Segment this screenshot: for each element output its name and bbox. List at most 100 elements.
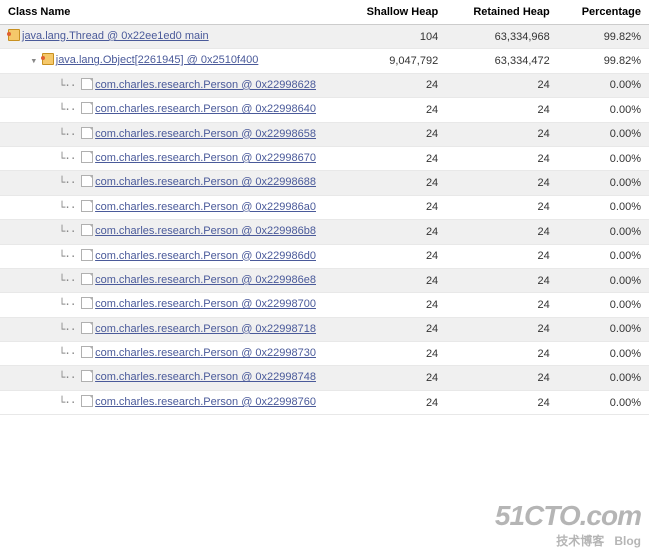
cell-shallow: 24 bbox=[345, 366, 446, 390]
table-row[interactable]: └·· com.charles.research.Person @ 0x2299… bbox=[0, 390, 649, 414]
cell-pct: 0.00% bbox=[558, 366, 649, 390]
class-icon bbox=[81, 273, 93, 285]
class-link[interactable]: com.charles.research.Person @ 0x22998748 bbox=[95, 370, 316, 385]
class-link[interactable]: com.charles.research.Person @ 0x22998718 bbox=[95, 322, 316, 337]
tree-line: └·· bbox=[8, 102, 81, 117]
class-link[interactable]: java.lang.Thread @ 0x22ee1ed0 main bbox=[22, 29, 209, 44]
cell-pct: 0.00% bbox=[558, 268, 649, 292]
col-header-classname[interactable]: Class Name bbox=[0, 0, 345, 25]
cell-retained: 24 bbox=[446, 268, 558, 292]
object-icon bbox=[42, 53, 54, 65]
class-link[interactable]: com.charles.research.Person @ 0x22998730 bbox=[95, 346, 316, 361]
tree-line: └·· bbox=[8, 200, 81, 215]
cell-pct: 0.00% bbox=[558, 195, 649, 219]
class-link[interactable]: com.charles.research.Person @ 0x22998700 bbox=[95, 297, 316, 312]
col-header-shallow[interactable]: Shallow Heap bbox=[345, 0, 446, 25]
class-icon bbox=[81, 127, 93, 139]
class-link[interactable]: com.charles.research.Person @ 0x22998628 bbox=[95, 78, 316, 93]
cell-pct: 0.00% bbox=[558, 73, 649, 97]
cell-pct: 0.00% bbox=[558, 244, 649, 268]
table-row[interactable]: └·· com.charles.research.Person @ 0x2299… bbox=[0, 171, 649, 195]
cell-retained: 24 bbox=[446, 244, 558, 268]
table-header-row: Class Name Shallow Heap Retained Heap Pe… bbox=[0, 0, 649, 25]
cell-shallow: 24 bbox=[345, 390, 446, 414]
table-row[interactable]: └·· com.charles.research.Person @ 0x2299… bbox=[0, 317, 649, 341]
cell-pct: 0.00% bbox=[558, 122, 649, 146]
cell-pct: 0.00% bbox=[558, 146, 649, 170]
class-icon bbox=[81, 151, 93, 163]
object-icon bbox=[8, 29, 20, 41]
class-link[interactable]: com.charles.research.Person @ 0x22998760 bbox=[95, 395, 316, 410]
cell-retained: 24 bbox=[446, 171, 558, 195]
cell-shallow: 24 bbox=[345, 268, 446, 292]
table-row[interactable]: └·· com.charles.research.Person @ 0x2299… bbox=[0, 268, 649, 292]
cell-pct: 0.00% bbox=[558, 317, 649, 341]
table-row[interactable]: ▾ java.lang.Object[2261945] @ 0x2510f400… bbox=[0, 49, 649, 73]
cell-shallow: 24 bbox=[345, 220, 446, 244]
col-header-percentage[interactable]: Percentage bbox=[558, 0, 649, 25]
class-icon bbox=[81, 175, 93, 187]
cell-retained: 24 bbox=[446, 98, 558, 122]
table-row[interactable]: └·· com.charles.research.Person @ 0x2299… bbox=[0, 366, 649, 390]
tree-line: └·· bbox=[8, 322, 81, 337]
class-icon bbox=[81, 297, 93, 309]
cell-shallow: 9,047,792 bbox=[345, 49, 446, 73]
table-row[interactable]: └·· com.charles.research.Person @ 0x2299… bbox=[0, 244, 649, 268]
class-link[interactable]: com.charles.research.Person @ 0x229986a0 bbox=[95, 200, 316, 215]
cell-retained: 24 bbox=[446, 122, 558, 146]
cell-shallow: 24 bbox=[345, 98, 446, 122]
cell-retained: 24 bbox=[446, 366, 558, 390]
tree-line: └·· bbox=[8, 78, 81, 93]
class-icon bbox=[81, 346, 93, 358]
table-row[interactable]: └·· com.charles.research.Person @ 0x2299… bbox=[0, 293, 649, 317]
class-icon bbox=[81, 78, 93, 90]
class-link[interactable]: com.charles.research.Person @ 0x229986b8 bbox=[95, 224, 316, 239]
class-link[interactable]: java.lang.Object[2261945] @ 0x2510f400 bbox=[56, 53, 259, 68]
cell-retained: 24 bbox=[446, 146, 558, 170]
class-link[interactable]: com.charles.research.Person @ 0x22998670 bbox=[95, 151, 316, 166]
cell-retained: 24 bbox=[446, 342, 558, 366]
table-row[interactable]: └·· com.charles.research.Person @ 0x2299… bbox=[0, 195, 649, 219]
class-icon bbox=[81, 224, 93, 236]
tree-line: └·· bbox=[8, 273, 81, 288]
cell-shallow: 24 bbox=[345, 342, 446, 366]
cell-retained: 24 bbox=[446, 195, 558, 219]
cell-shallow: 24 bbox=[345, 146, 446, 170]
watermark-tag: Blog bbox=[614, 534, 641, 548]
class-link[interactable]: com.charles.research.Person @ 0x22998658 bbox=[95, 127, 316, 142]
cell-retained: 63,334,472 bbox=[446, 49, 558, 73]
tree-line: └·· bbox=[8, 175, 81, 190]
class-icon bbox=[81, 249, 93, 261]
cell-pct: 99.82% bbox=[558, 25, 649, 49]
heap-table: Class Name Shallow Heap Retained Heap Pe… bbox=[0, 0, 649, 415]
class-icon bbox=[81, 395, 93, 407]
table-row[interactable]: └·· com.charles.research.Person @ 0x2299… bbox=[0, 122, 649, 146]
cell-retained: 24 bbox=[446, 220, 558, 244]
table-row[interactable]: └·· com.charles.research.Person @ 0x2299… bbox=[0, 73, 649, 97]
table-row[interactable]: └·· com.charles.research.Person @ 0x2299… bbox=[0, 220, 649, 244]
cell-retained: 24 bbox=[446, 390, 558, 414]
cell-shallow: 24 bbox=[345, 244, 446, 268]
class-link[interactable]: com.charles.research.Person @ 0x229986e8 bbox=[95, 273, 316, 288]
class-icon bbox=[81, 200, 93, 212]
watermark: 51CTO.com 技术博客 Blog bbox=[495, 500, 641, 549]
table-row[interactable]: └·· com.charles.research.Person @ 0x2299… bbox=[0, 98, 649, 122]
cell-shallow: 24 bbox=[345, 195, 446, 219]
table-row[interactable]: java.lang.Thread @ 0x22ee1ed0 main10463,… bbox=[0, 25, 649, 49]
cell-pct: 0.00% bbox=[558, 293, 649, 317]
class-icon bbox=[81, 322, 93, 334]
tree-line: └·· bbox=[8, 127, 81, 142]
class-link[interactable]: com.charles.research.Person @ 0x22998688 bbox=[95, 175, 316, 190]
table-row[interactable]: └·· com.charles.research.Person @ 0x2299… bbox=[0, 342, 649, 366]
table-row[interactable]: └·· com.charles.research.Person @ 0x2299… bbox=[0, 146, 649, 170]
cell-pct: 99.82% bbox=[558, 49, 649, 73]
tree-line: └·· bbox=[8, 224, 81, 239]
class-link[interactable]: com.charles.research.Person @ 0x229986d0 bbox=[95, 249, 316, 264]
cell-shallow: 24 bbox=[345, 122, 446, 146]
class-link[interactable]: com.charles.research.Person @ 0x22998640 bbox=[95, 102, 316, 117]
cell-shallow: 24 bbox=[345, 317, 446, 341]
col-header-retained[interactable]: Retained Heap bbox=[446, 0, 558, 25]
tree-line: └·· bbox=[8, 395, 81, 410]
cell-pct: 0.00% bbox=[558, 220, 649, 244]
cell-pct: 0.00% bbox=[558, 98, 649, 122]
